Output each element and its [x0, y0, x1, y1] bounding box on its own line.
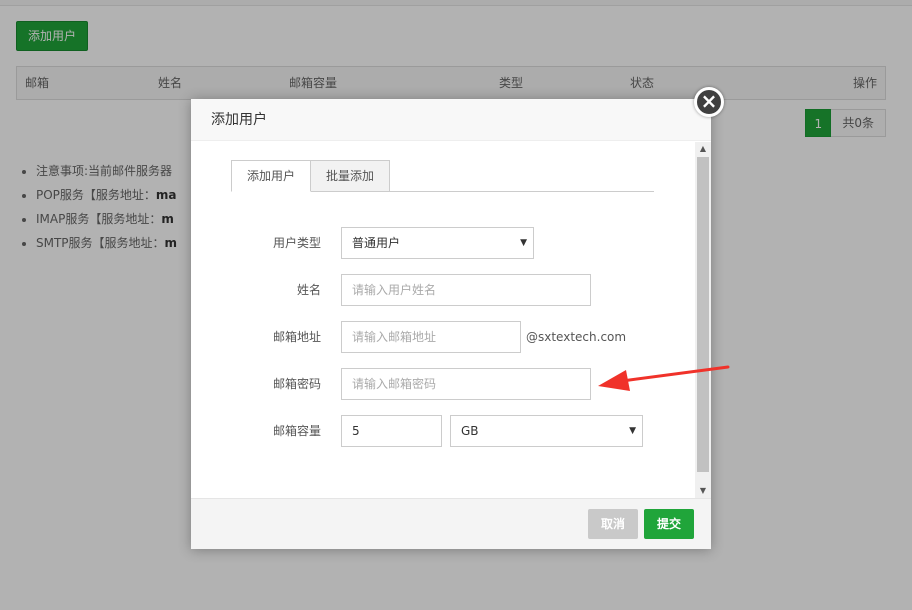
scrollbar-thumb[interactable]	[697, 157, 709, 472]
tab-add-user[interactable]: 添加用户	[231, 160, 312, 192]
quota-label: 邮箱容量	[272, 424, 321, 438]
add-user-dialog: 添加用户 × 添加用户 批量添加 用户类型 普通用户 ▼ 姓名 请输入用户姓名 …	[191, 87, 724, 549]
email-label: 邮箱地址	[272, 330, 321, 344]
name-input[interactable]: 请输入用户姓名	[341, 274, 591, 306]
tab-batch-add[interactable]: 批量添加	[311, 160, 391, 192]
email-input[interactable]: 请输入邮箱地址	[341, 321, 521, 353]
close-icon[interactable]: ×	[694, 87, 724, 117]
scroll-down-arrow-icon[interactable]: ▼	[695, 484, 711, 498]
dialog-body: 添加用户 批量添加 用户类型 普通用户 ▼ 姓名 请输入用户姓名 邮箱地址 请输…	[191, 142, 711, 498]
quota-input[interactable]: 5	[341, 415, 442, 447]
submit-button[interactable]: 提交	[644, 509, 694, 539]
quota-unit-select[interactable]: GB ▼	[450, 415, 643, 447]
name-label: 姓名	[296, 283, 321, 297]
email-domain-suffix: @sxtextech.com	[526, 330, 627, 344]
password-input[interactable]: 请输入邮箱密码	[341, 368, 591, 400]
password-label: 邮箱密码	[272, 377, 321, 391]
user-type-value: 普通用户	[352, 236, 401, 250]
cancel-button[interactable]: 取消	[588, 509, 638, 539]
caret-down-icon: ▼	[629, 426, 636, 436]
scroll-up-arrow-icon[interactable]: ▲	[695, 142, 711, 156]
dialog-footer: 取消 提交	[191, 498, 711, 549]
user-type-label: 用户类型	[272, 236, 321, 250]
dialog-scrollbar[interactable]: ▲ ▼	[695, 142, 711, 498]
dialog-tabs: 添加用户 批量添加	[231, 160, 654, 192]
caret-down-icon: ▼	[520, 238, 527, 248]
dialog-title: 添加用户	[191, 99, 711, 141]
quota-unit-value: GB	[461, 424, 479, 438]
user-type-select[interactable]: 普通用户 ▼	[341, 227, 534, 259]
